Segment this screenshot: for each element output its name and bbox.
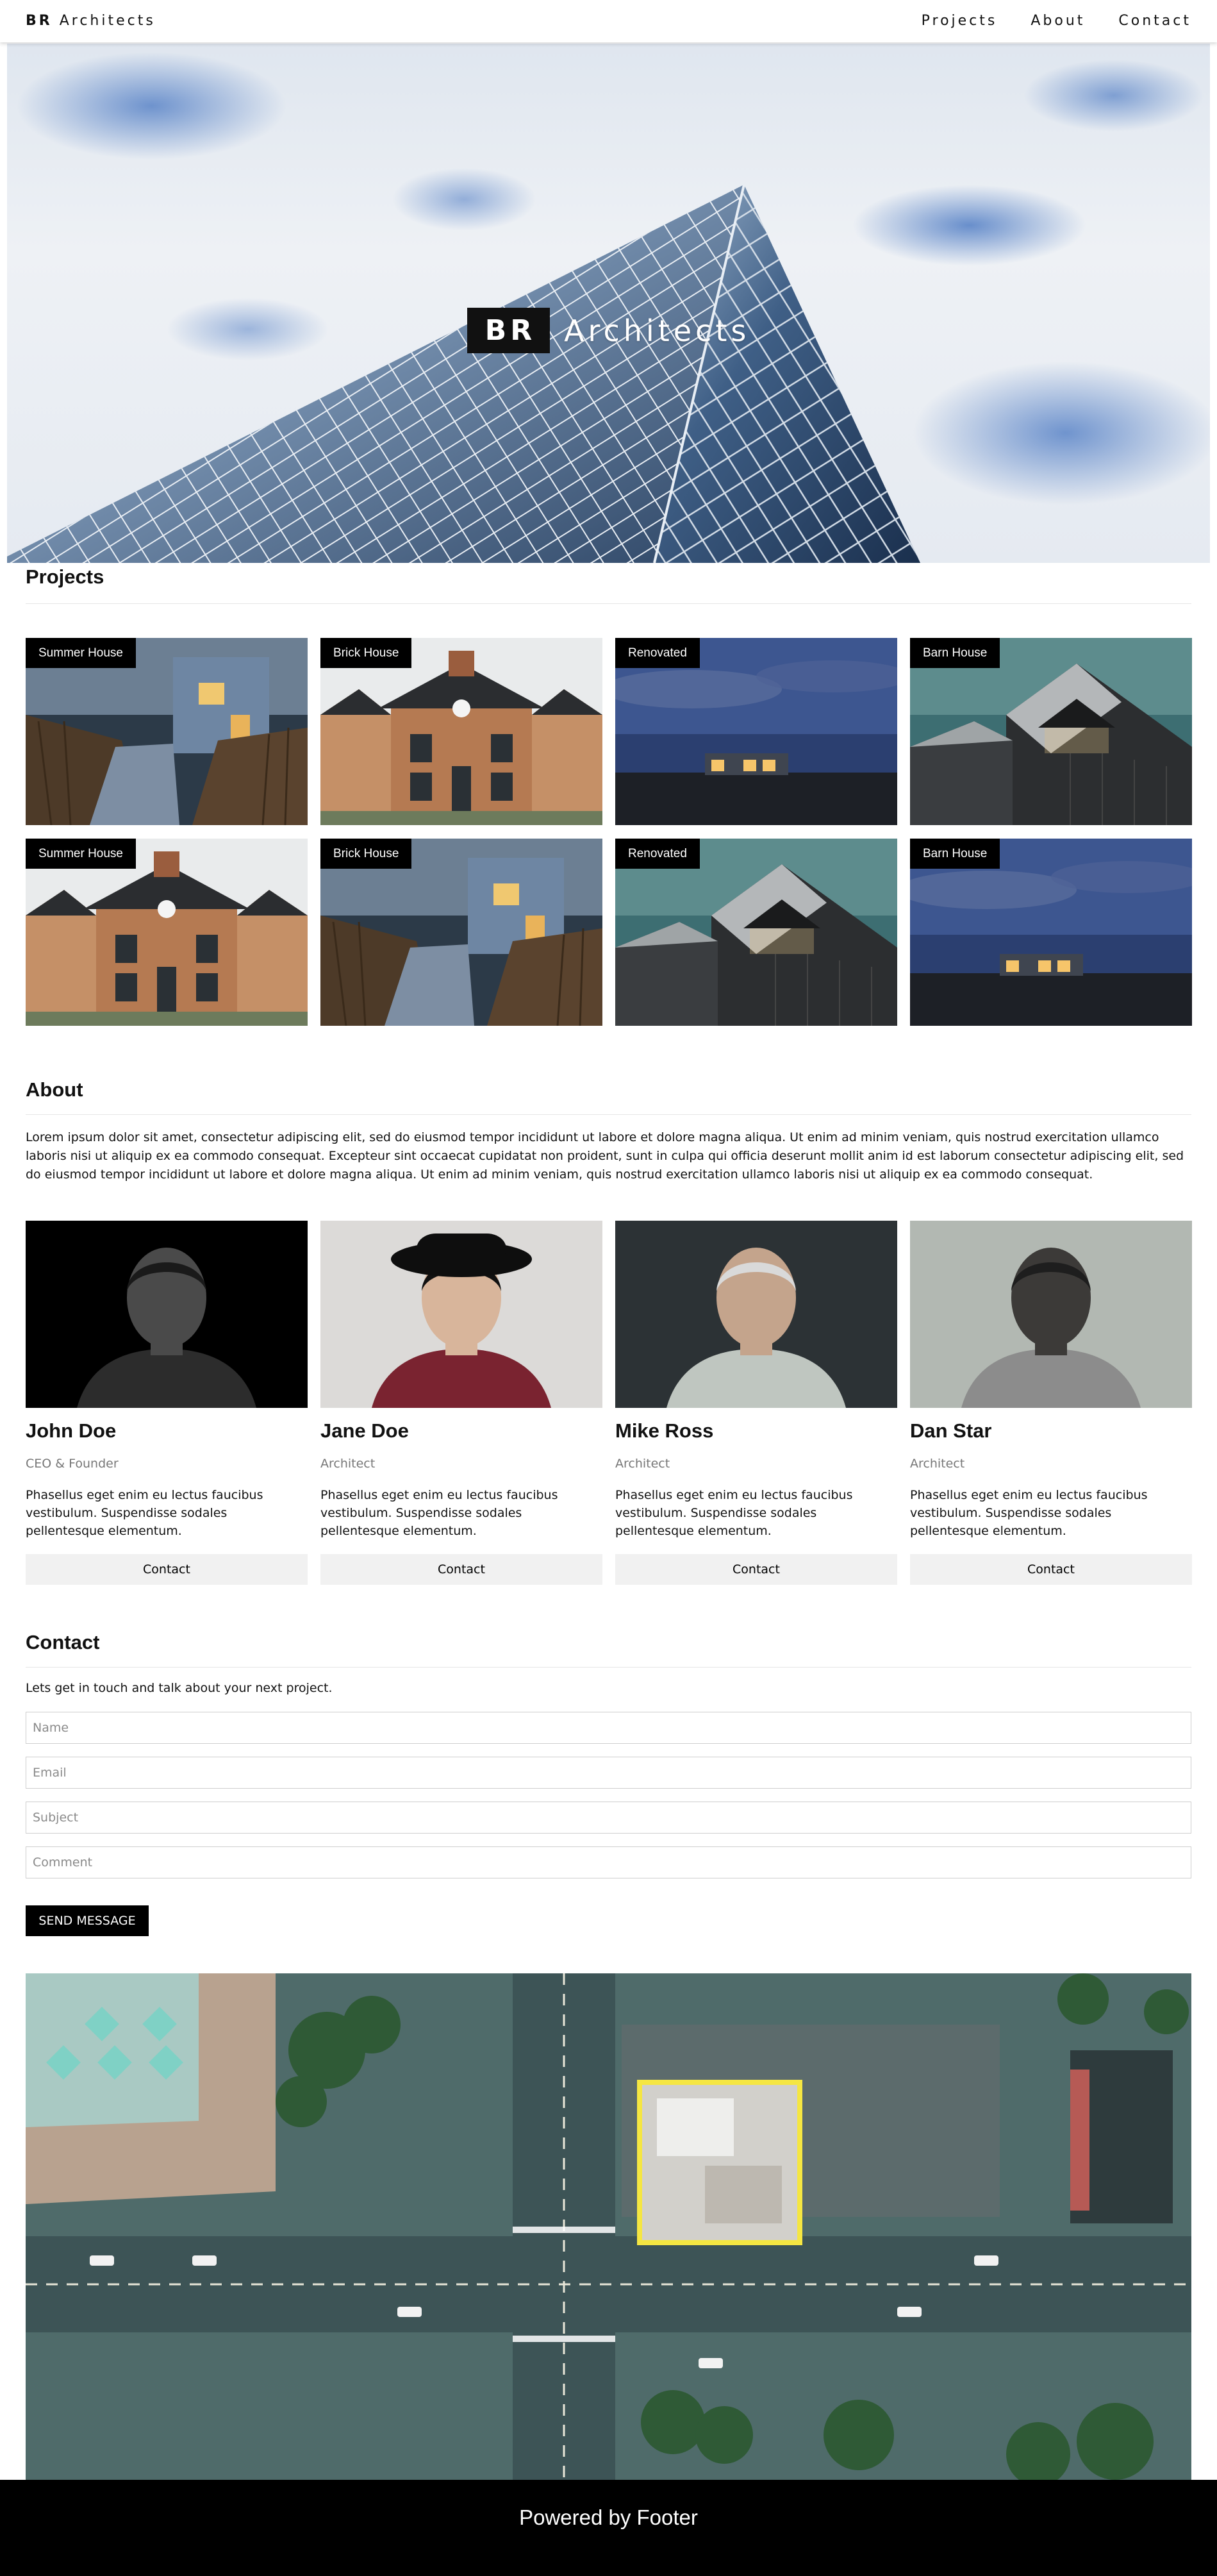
nav-link-projects[interactable]: Projects <box>922 13 998 29</box>
hero-heading: Architects <box>564 313 750 348</box>
contact-heading: Contact <box>26 1631 100 1653</box>
send-message-button[interactable]: SEND MESSAGE <box>26 1905 149 1936</box>
brand-logo-link[interactable]: BR Architects <box>26 13 156 29</box>
project-card[interactable]: Barn House <box>910 638 1192 825</box>
email-field[interactable] <box>26 1757 1191 1789</box>
comment-field[interactable] <box>26 1846 1191 1878</box>
project-card[interactable]: Barn House <box>910 839 1192 1026</box>
contact-divider <box>26 1667 1191 1668</box>
team-member-description: Phasellus eget enim eu lectus faucibus v… <box>320 1488 558 1538</box>
team-member-role: CEO & Founder <box>26 1457 119 1471</box>
team-member-description: Phasellus eget enim eu lectus faucibus v… <box>910 1488 1148 1538</box>
team-member-photo <box>910 1221 1192 1408</box>
team-member-name: Dan Star <box>910 1419 992 1442</box>
about-divider <box>26 1114 1191 1115</box>
project-card[interactable]: Summer House <box>26 839 308 1026</box>
contact-intro-text: Lets get in touch and talk about your ne… <box>26 1681 333 1695</box>
brand-logo-bold: BR <box>26 13 53 29</box>
project-label: Summer House <box>26 839 136 869</box>
team-member-name: Jane Doe <box>320 1419 409 1442</box>
team-member-description: Phasellus eget enim eu lectus faucibus v… <box>26 1488 263 1538</box>
contact-member-button[interactable]: Contact <box>320 1554 602 1585</box>
about-paragraph: Lorem ipsum dolor sit amet, consectetur … <box>26 1130 1184 1182</box>
project-card[interactable]: Brick House <box>320 839 602 1026</box>
hero-banner: BR Architects <box>7 44 1210 563</box>
project-label: Renovated <box>615 839 700 869</box>
brand-logo-text: Architects <box>52 13 156 29</box>
team-member-description: Phasellus eget enim eu lectus faucibus v… <box>615 1488 853 1538</box>
aerial-city-image <box>26 1973 1191 2480</box>
hero-title: BR Architects <box>7 308 1210 353</box>
footer-text: Powered by Footer <box>519 2505 698 2529</box>
nav-links: Projects About Contact <box>922 13 1191 29</box>
top-navbar: BR Architects Projects About Contact <box>0 0 1217 42</box>
nav-link-contact[interactable]: Contact <box>1118 13 1191 29</box>
project-label: Barn House <box>910 839 1000 869</box>
project-card[interactable]: Brick House <box>320 638 602 825</box>
contact-member-button[interactable]: Contact <box>615 1554 897 1585</box>
hero-badge: BR <box>467 308 551 353</box>
projects-heading: Projects <box>26 565 104 588</box>
contact-member-button[interactable]: Contact <box>26 1554 308 1585</box>
name-field[interactable] <box>26 1712 1191 1744</box>
project-card[interactable]: Renovated <box>615 638 897 825</box>
team-member-photo <box>320 1221 602 1408</box>
page-footer: Powered by Footer <box>0 2480 1217 2576</box>
project-card[interactable]: Renovated <box>615 839 897 1026</box>
hero-building-image <box>7 184 920 563</box>
aerial-city-illustration <box>26 1973 1191 2480</box>
contact-member-button[interactable]: Contact <box>910 1554 1192 1585</box>
project-label: Brick House <box>320 638 412 668</box>
about-heading: About <box>26 1078 83 1101</box>
team-member-role: Architect <box>615 1457 670 1471</box>
team-member-name: John Doe <box>26 1419 117 1442</box>
team-member-role: Architect <box>320 1457 376 1471</box>
project-label: Renovated <box>615 638 700 668</box>
team-member-name: Mike Ross <box>615 1419 714 1442</box>
nav-link-about[interactable]: About <box>1031 13 1085 29</box>
project-label: Brick House <box>320 839 412 869</box>
team-member-photo <box>26 1221 308 1408</box>
subject-field[interactable] <box>26 1802 1191 1834</box>
project-label: Barn House <box>910 638 1000 668</box>
project-card[interactable]: Summer House <box>26 638 308 825</box>
team-member-role: Architect <box>910 1457 965 1471</box>
project-label: Summer House <box>26 638 136 668</box>
projects-divider <box>26 603 1191 604</box>
team-member-photo <box>615 1221 897 1408</box>
